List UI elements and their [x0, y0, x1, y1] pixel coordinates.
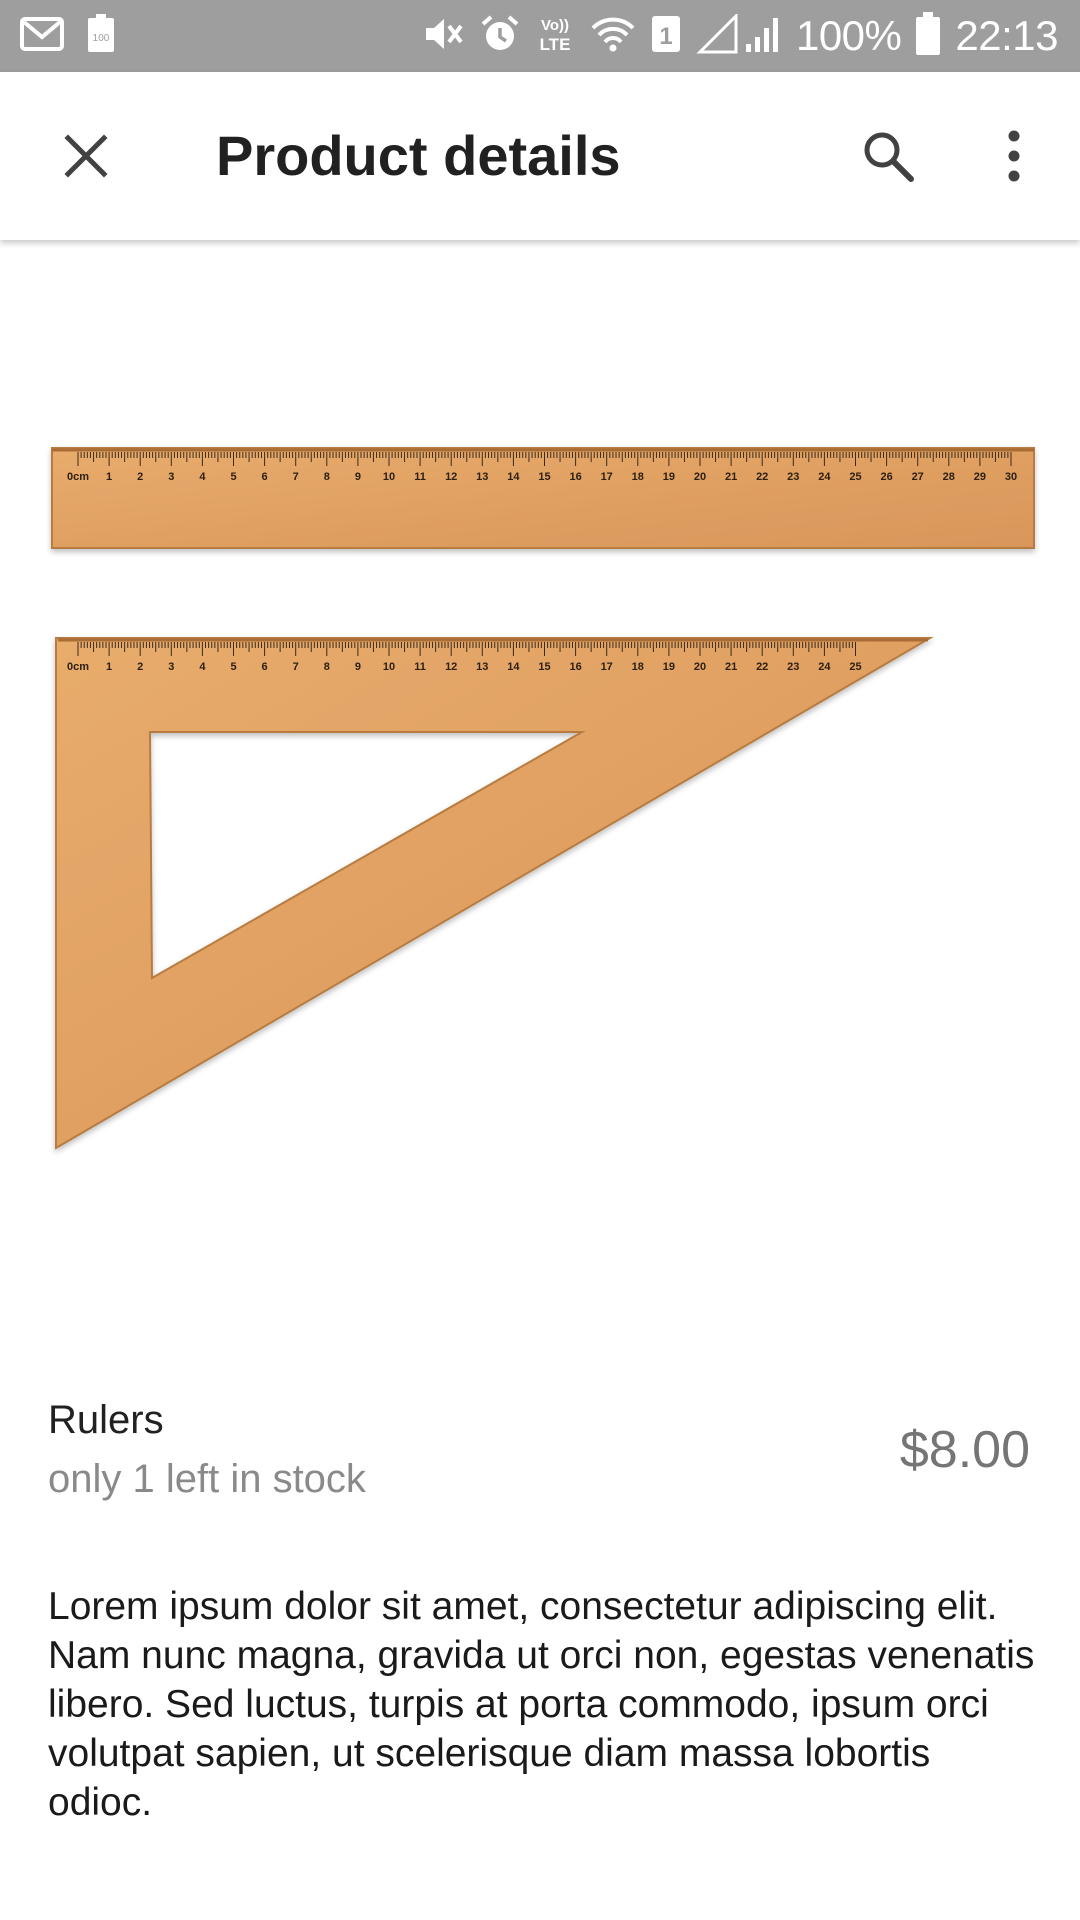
ruler-label: 8 [324, 661, 330, 673]
volte-icon: Vo)) LTE [534, 14, 576, 59]
ruler-label: 22 [756, 471, 768, 483]
ruler-label: 23 [787, 471, 799, 483]
set-square: 0cm 1 2 3 4 5 6 7 8 9 10 11 12 13 14 15 16 17 18 19 20 21 22 23… [55, 637, 934, 1150]
more-vert-icon [1008, 130, 1020, 182]
ruler-label: 14 [507, 471, 520, 483]
search-button[interactable] [846, 114, 930, 198]
app-bar: Product details [0, 72, 1080, 240]
status-bar-notifications: 100 [20, 12, 116, 60]
ruler-label: 24 [818, 471, 831, 483]
battery-percent: 100% [795, 12, 902, 59]
ruler-label: 23 [787, 661, 799, 673]
ruler-label: 14 [507, 661, 520, 673]
gmail-icon [20, 16, 64, 57]
ruler-label: 12 [445, 471, 457, 483]
ruler-label: 10 [383, 661, 395, 673]
ruler-label: 10 [383, 471, 395, 483]
ruler-label: 15 [538, 661, 550, 673]
ruler-label: 13 [476, 471, 488, 483]
ruler-label: 18 [632, 661, 644, 673]
ruler-label: 16 [569, 471, 581, 483]
volte-top-label: Vo)) [541, 17, 569, 34]
ruler-label: 2 [137, 471, 143, 483]
ruler-label: 20 [694, 471, 706, 483]
ruler-label: 5 [230, 471, 236, 483]
ruler-label: 11 [414, 471, 426, 483]
ruler-label: 18 [632, 471, 644, 483]
ruler-label: 1 [106, 661, 112, 673]
page-title: Product details [216, 124, 621, 187]
ruler-label: 17 [601, 661, 613, 673]
ruler-label: 20 [694, 661, 706, 673]
ruler-label: 26 [880, 471, 892, 483]
product-description: Lorem ipsum dolor sit amet, consectetur … [48, 1585, 1035, 1824]
clock: 22:13 [955, 12, 1058, 59]
battery-icon [915, 11, 941, 61]
ruler-label: 7 [293, 471, 299, 483]
straight-ruler: 0cm 1 2 3 4 5 6 7 8 9 10 11 12 13 14 15 16 17 18 19 20 21 22 23… [51, 447, 1035, 549]
battery-small-icon: 100 [86, 13, 116, 59]
ruler-label: 1 [106, 471, 112, 483]
stock-status: only 1 left in stock [48, 1457, 366, 1501]
ruler-label: 9 [355, 471, 361, 483]
ruler-label: 16 [569, 661, 581, 673]
ruler-label: 11 [414, 661, 426, 673]
ruler-label: 19 [663, 661, 675, 673]
signal-icon [696, 11, 782, 59]
ruler-label: 13 [476, 661, 488, 673]
alarm-icon [480, 14, 520, 59]
mute-icon [422, 14, 466, 59]
ruler-label: 30 [1005, 471, 1017, 483]
ruler-label: 0cm [67, 661, 89, 673]
ruler-label: 22 [756, 661, 768, 673]
ruler-label: 4 [199, 471, 206, 483]
ruler-label: 0cm [67, 471, 89, 483]
ruler-label: 24 [818, 661, 831, 673]
ruler-label: 2 [137, 661, 143, 673]
ruler-label: 21 [725, 471, 737, 483]
ruler-label: 15 [538, 471, 550, 483]
ruler-label: 25 [849, 661, 861, 673]
search-icon [864, 132, 914, 182]
more-options-button[interactable] [972, 114, 1056, 198]
battery-small-label: 100 [93, 33, 110, 44]
ruler-label: 25 [849, 471, 861, 483]
product-name: Rulers [48, 1398, 164, 1442]
ruler-label: 17 [601, 471, 613, 483]
product-price: $8.00 [899, 1421, 1030, 1479]
ruler-label: 6 [262, 661, 268, 673]
ruler-label: 3 [168, 661, 174, 673]
ruler-label: 21 [725, 661, 737, 673]
wifi-icon [590, 14, 636, 59]
ruler-label: 27 [912, 471, 924, 483]
status-bar-system: Vo)) LTE 1 100% 22:13 [422, 0, 1058, 72]
ruler-label: 28 [943, 471, 955, 483]
product-image: 0cm 1 2 3 4 5 6 7 8 9 10 11 12 13 14 15 16 17 18 19 20 21 22 23… [51, 447, 1035, 1150]
status-bar: 100 Vo)) LTE 1 100% 22:13 [0, 0, 1080, 72]
ruler-label: 9 [355, 661, 361, 673]
ruler-label: 5 [230, 661, 236, 673]
sim-icon: 1 [650, 14, 682, 59]
ruler-label: 29 [974, 471, 986, 483]
close-button[interactable] [44, 114, 128, 198]
ruler-label: 6 [262, 471, 268, 483]
ruler-label: 8 [324, 471, 330, 483]
ruler-label: 3 [168, 471, 174, 483]
ruler-label: 12 [445, 661, 457, 673]
ruler-label: 4 [199, 661, 206, 673]
ruler-label: 19 [663, 471, 675, 483]
close-icon [64, 134, 108, 178]
volte-bottom-label: LTE [540, 35, 571, 54]
sim-slot-label: 1 [659, 23, 672, 50]
ruler-label: 7 [293, 661, 299, 673]
